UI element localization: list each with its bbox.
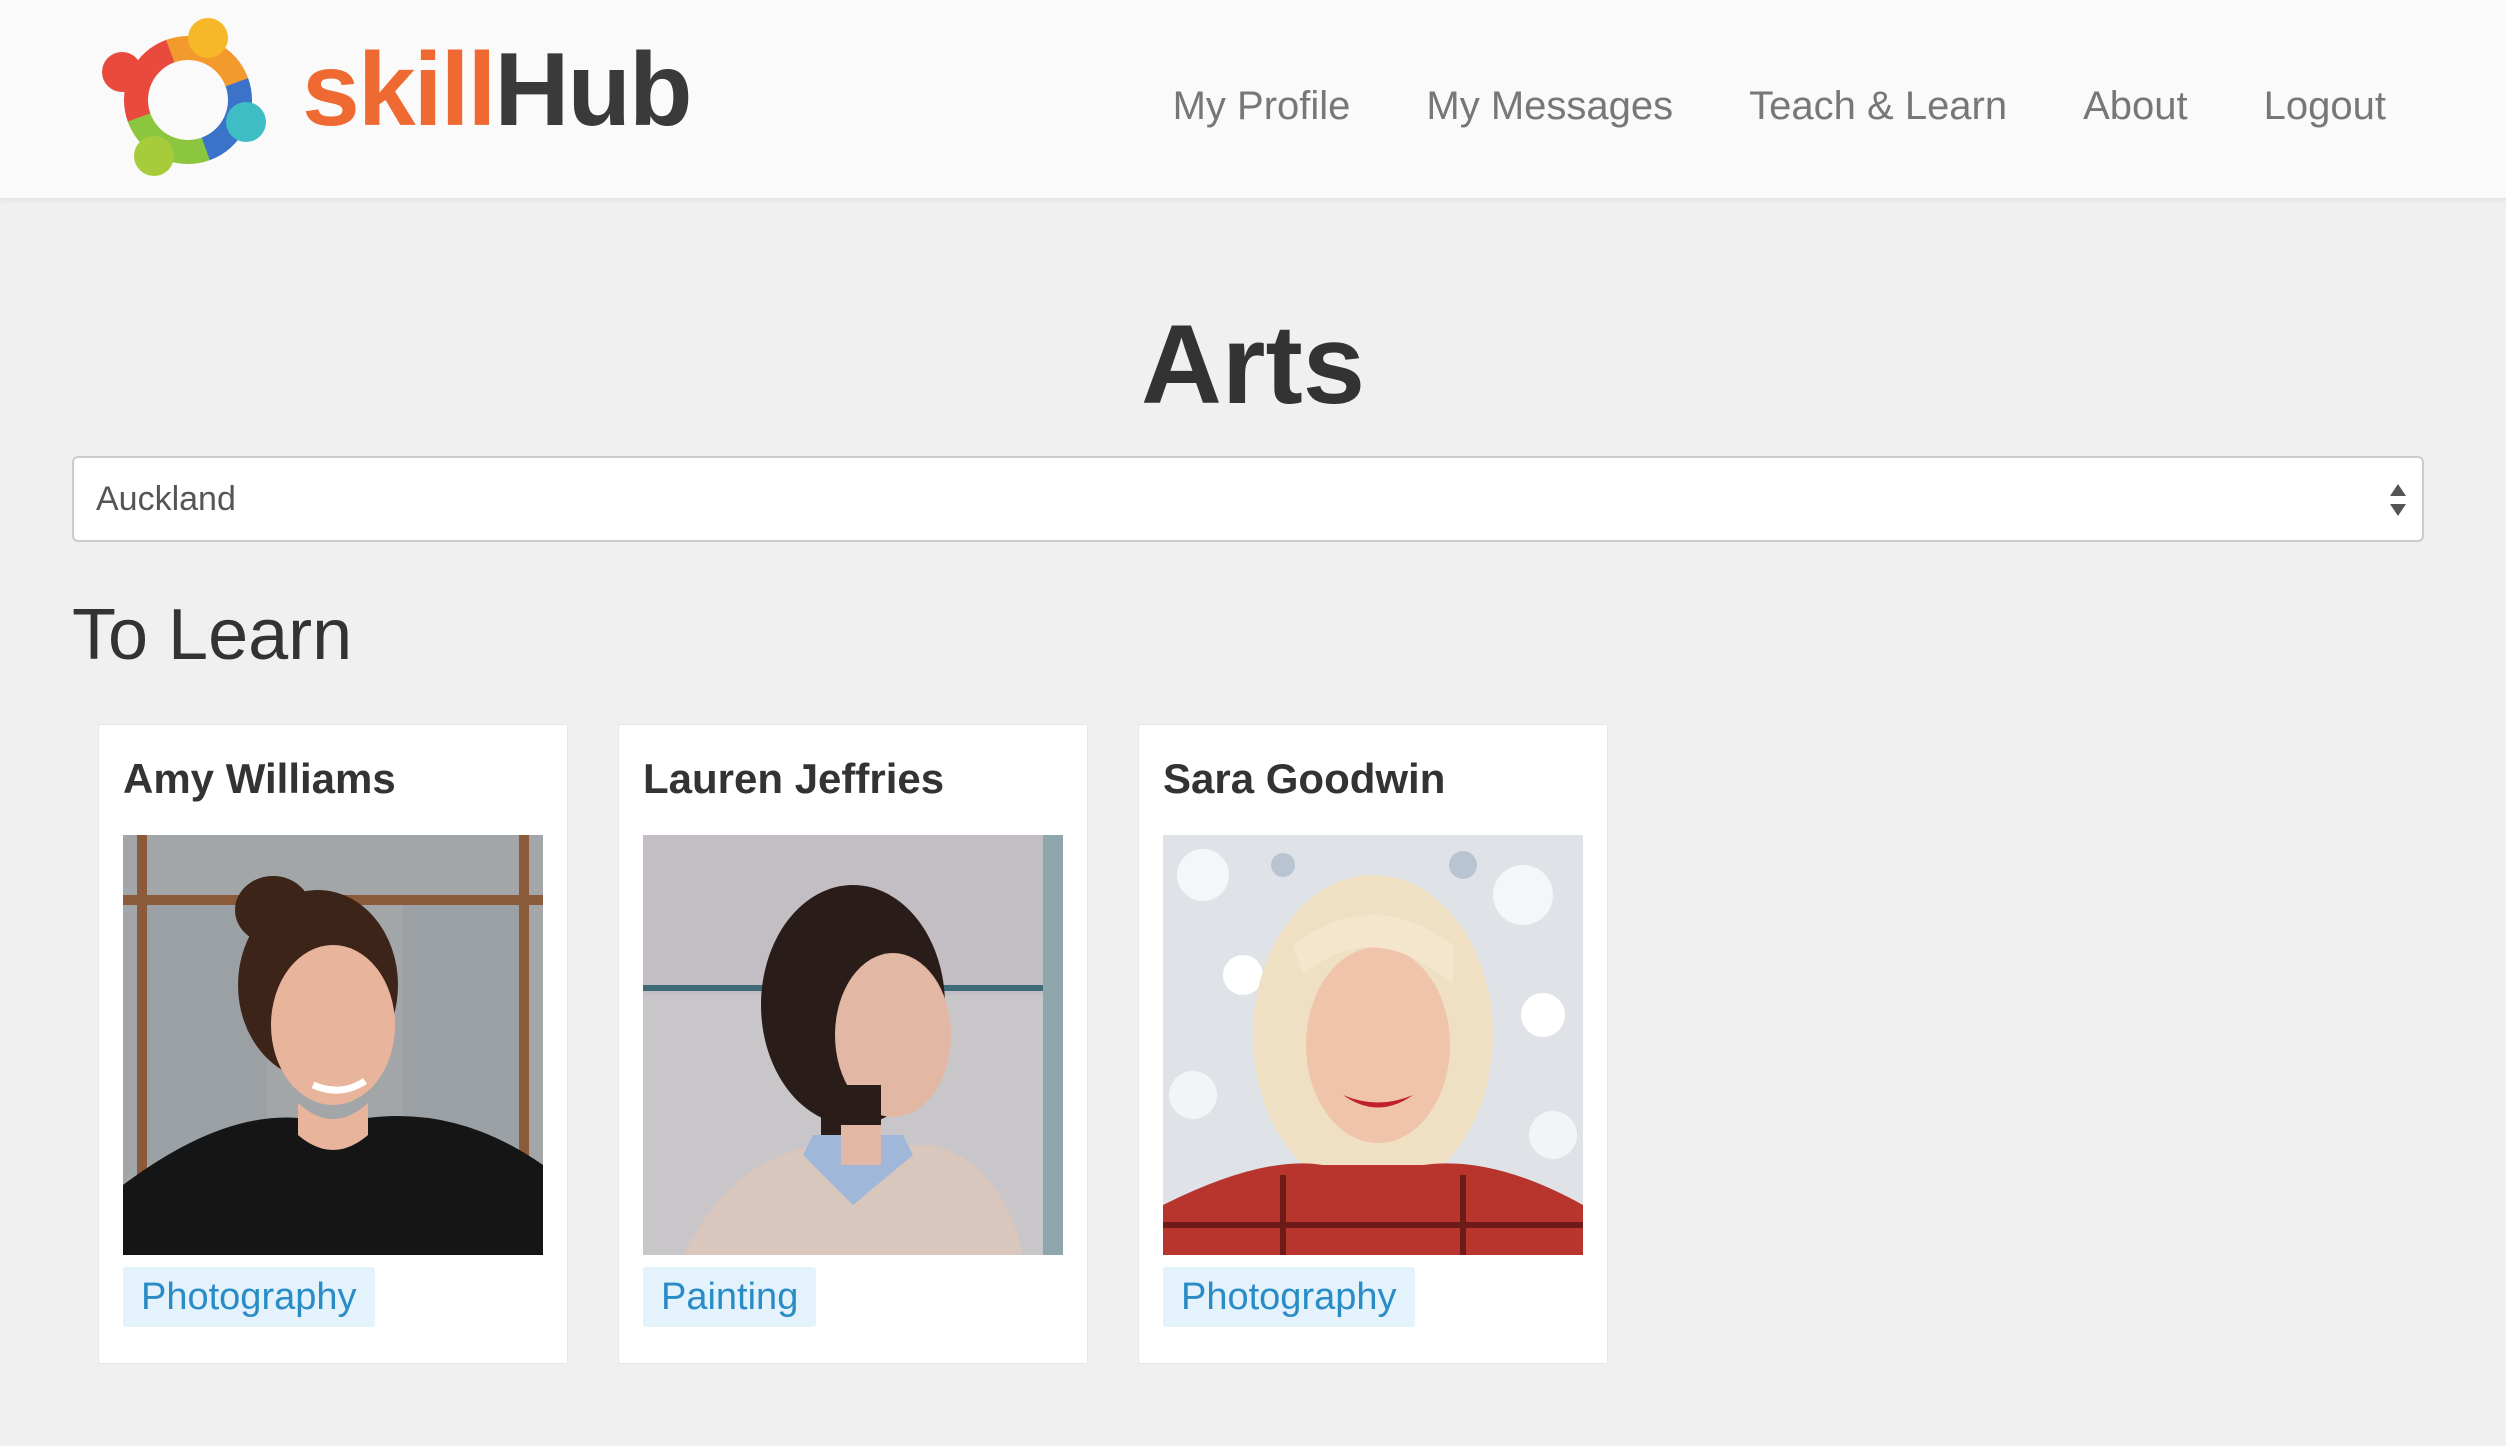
portrait-photo-icon [123, 835, 543, 1255]
brand-name-part2: Hub [494, 32, 692, 148]
teacher-name: Amy Williams [123, 755, 396, 802]
brand-wordmark: skillHub [302, 30, 693, 150]
page-title: Arts [1140, 302, 1366, 427]
skill-tag[interactable]: Photography [1163, 1267, 1415, 1327]
teacher-photo[interactable] [643, 835, 1063, 1255]
skill-tag[interactable]: Painting [643, 1267, 817, 1327]
nav-my-messages[interactable]: My Messages [1426, 76, 1673, 136]
location-select[interactable]: Auckland [72, 456, 2424, 542]
teacher-card[interactable]: Amy Williams Photography [98, 724, 568, 1364]
site-header: skillHub My Profile My Messages Teach & … [0, 0, 2506, 199]
teacher-name: Sara Goodwin [1163, 755, 1446, 802]
brand-name-part1: skill [302, 32, 496, 148]
teacher-photo[interactable] [1163, 835, 1583, 1255]
teacher-card[interactable]: Sara Goodwin Photography [1138, 724, 1608, 1364]
nav-logout[interactable]: Logout [2264, 76, 2386, 136]
teacher-card[interactable]: Lauren Jeffries Painting [618, 724, 1088, 1364]
portrait-photo-icon [1163, 835, 1583, 1255]
skillhub-logo-icon [102, 18, 266, 176]
teacher-photo[interactable] [123, 835, 543, 1255]
select-arrows-icon [2390, 484, 2406, 516]
nav-my-profile[interactable]: My Profile [1173, 76, 1351, 136]
nav-teach-learn[interactable]: Teach & Learn [1749, 76, 2007, 136]
nav-about[interactable]: About [2083, 76, 2188, 136]
main-nav: My Profile My Messages Teach & Learn Abo… [1173, 76, 2386, 136]
location-select-value: Auckland [96, 480, 236, 518]
skill-tag[interactable]: Photography [123, 1267, 375, 1327]
section-title-to-learn: To Learn [72, 595, 353, 675]
teacher-name: Lauren Jeffries [643, 755, 945, 802]
portrait-photo-icon [643, 835, 1063, 1255]
